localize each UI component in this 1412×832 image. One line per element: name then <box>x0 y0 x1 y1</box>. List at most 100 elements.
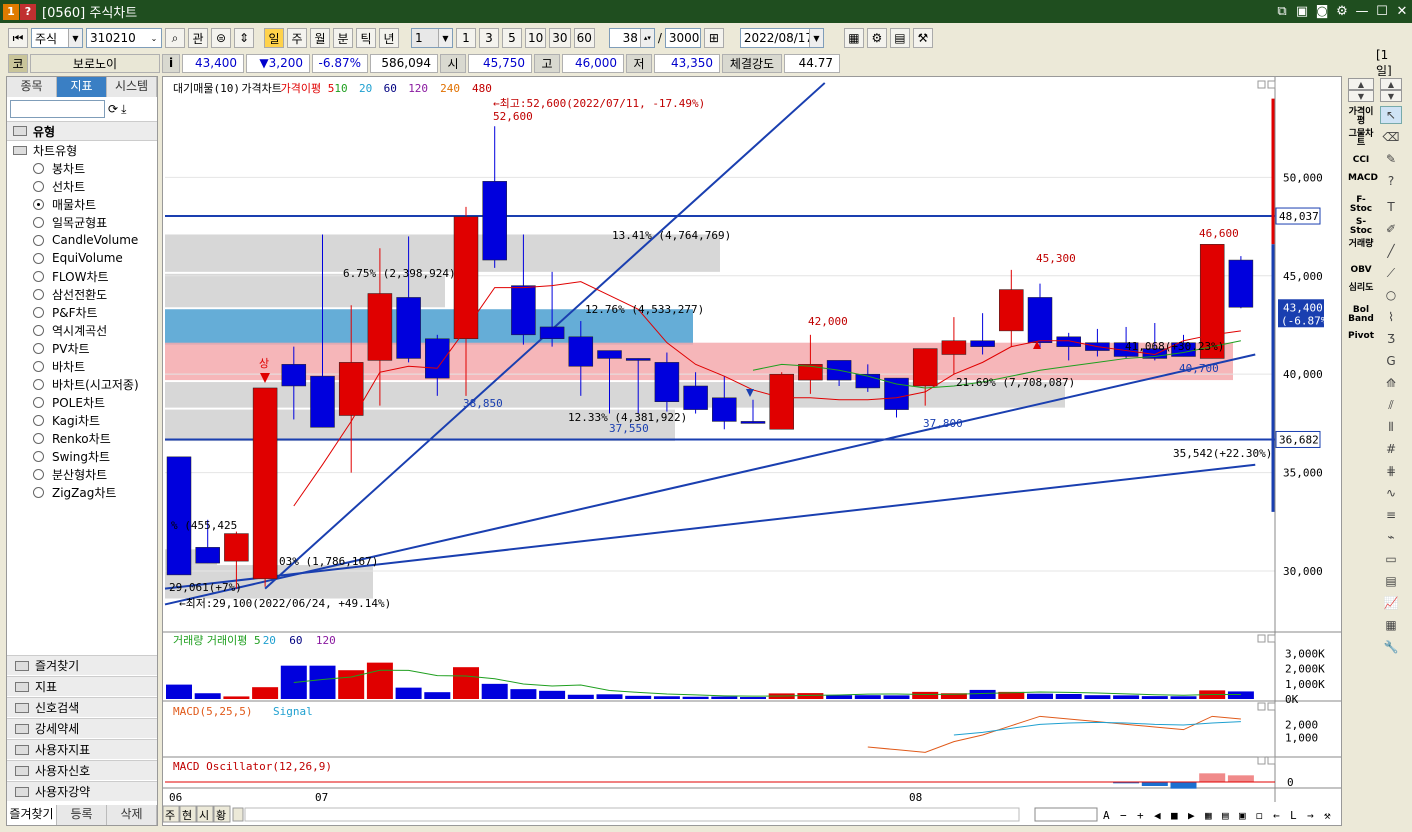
chart-icon[interactable]: 📈 <box>1380 594 1402 612</box>
cycle-icon[interactable]: ⌇ <box>1380 308 1402 326</box>
period-minute[interactable]: 분 <box>333 28 353 48</box>
prev-stock-button[interactable]: ⏮ <box>8 28 28 48</box>
period-year[interactable]: 년 <box>379 28 399 48</box>
chart-type-item[interactable]: ZigZag차트 <box>7 483 157 501</box>
count-5[interactable]: 5 <box>502 28 522 48</box>
text-icon[interactable]: T <box>1380 198 1402 216</box>
radio-icon[interactable] <box>33 234 44 246</box>
count-input[interactable]: 38 ▴▾ <box>608 28 655 48</box>
chevron-down-icon[interactable]: ▼ <box>438 29 452 47</box>
period-month[interactable]: 월 <box>310 28 330 48</box>
channel-icon[interactable]: ⫽ <box>1380 396 1402 414</box>
search-icon[interactable]: ⌕ <box>165 28 185 48</box>
period-tick[interactable]: 틱 <box>356 28 376 48</box>
folder-indicator[interactable]: 지표 <box>7 676 157 696</box>
fibo-icon[interactable]: ⦀ <box>1380 418 1402 436</box>
count-60[interactable]: 60 <box>573 28 595 48</box>
chart-type-item[interactable]: POLE차트 <box>7 393 157 411</box>
refresh-icon[interactable]: ⟳ <box>108 102 118 116</box>
code-input[interactable]: 310210 ⌄ <box>86 28 162 48</box>
info-button[interactable]: i <box>162 53 180 73</box>
radio-icon[interactable] <box>33 486 44 498</box>
close-icon[interactable]: ✕ <box>1392 4 1412 19</box>
maximize-icon[interactable]: ☐ <box>1372 4 1392 19</box>
grid-icon[interactable]: ⋕ <box>1380 462 1402 480</box>
chart-type-item[interactable]: CandleVolume <box>7 231 157 249</box>
line-icon[interactable]: ╱ <box>1380 242 1402 260</box>
stepper-icon[interactable]: ▴▾ <box>639 29 654 47</box>
radio-icon[interactable] <box>33 288 44 300</box>
period-week[interactable]: 주 <box>287 28 307 48</box>
chart-type-item[interactable]: EquiVolume <box>7 249 157 267</box>
pen-icon[interactable]: ✐ <box>1380 220 1402 238</box>
scroll-up-icon[interactable]: ▲ <box>1348 78 1374 90</box>
radio-icon[interactable] <box>33 360 44 372</box>
chart-type-item[interactable]: Renko차트 <box>7 429 157 447</box>
chart-type-item[interactable]: PV차트 <box>7 339 157 357</box>
save-icon[interactable]: ▤ <box>889 28 910 48</box>
wave-icon[interactable]: ∿ <box>1380 484 1402 502</box>
chart-type-item[interactable]: 매물차트 <box>7 195 157 213</box>
radio-icon[interactable] <box>33 198 44 210</box>
delete-button[interactable]: 삭제 <box>107 805 157 825</box>
tools-icon[interactable]: ⚒ <box>912 28 933 48</box>
app-icon[interactable]: 1 <box>3 3 19 20</box>
document-icon[interactable]: ▤ <box>1380 572 1402 590</box>
radio-icon[interactable] <box>33 342 44 354</box>
chevron-down-icon[interactable]: ▼ <box>808 29 823 47</box>
chevron-down-icon[interactable]: ▼ <box>68 29 82 47</box>
scroll-up-icon[interactable]: ▲ <box>1380 78 1402 90</box>
help-icon[interactable]: ? <box>20 3 36 20</box>
cursor-icon[interactable]: ↖ <box>1380 106 1402 124</box>
folder-strength[interactable]: 강세약세 <box>7 718 157 738</box>
save-icon[interactable]: ▣ <box>1292 4 1312 19</box>
tool-obv[interactable]: OBV <box>1348 266 1374 275</box>
tool-psychology[interactable]: 심리도 <box>1348 284 1374 293</box>
scroll-down-icon[interactable]: ▼ <box>1380 90 1402 102</box>
count-10[interactable]: 10 <box>525 28 547 48</box>
table-icon[interactable]: ▦ <box>843 28 864 48</box>
tool-net-chart[interactable]: 그물차트 <box>1348 130 1374 148</box>
question-icon[interactable]: ? <box>1380 172 1402 190</box>
tool-volume[interactable]: 거래량 <box>1348 240 1374 249</box>
interval-select[interactable]: 1 ▼ <box>411 28 453 48</box>
tool-cci[interactable]: CCI <box>1348 156 1374 165</box>
camera-icon[interactable]: ◙ <box>1312 4 1332 19</box>
scroll-down-icon[interactable]: ▼ <box>1348 90 1374 102</box>
gear-icon[interactable]: ⚙ <box>1332 4 1352 19</box>
tool-fstoc[interactable]: F-Stoc <box>1348 196 1374 214</box>
eraser-all-icon[interactable]: ✎ <box>1380 150 1402 168</box>
layers-icon[interactable]: ▦ <box>1380 616 1402 634</box>
count-1[interactable]: 1 <box>456 28 476 48</box>
chart-type-item[interactable]: 역시계곡선 <box>7 321 157 339</box>
radio-icon[interactable] <box>33 306 44 318</box>
folder-user-strength[interactable]: 사용자강약 <box>7 781 157 801</box>
radio-icon[interactable] <box>33 432 44 444</box>
chart-type-item[interactable]: 일목균형표 <box>7 213 157 231</box>
radio-icon[interactable] <box>33 252 44 264</box>
radio-icon[interactable] <box>33 450 44 462</box>
ray-icon[interactable]: ⟋ <box>1380 264 1402 282</box>
sync-icon[interactable]: ⊜ <box>211 28 231 48</box>
radio-icon[interactable] <box>33 216 44 228</box>
zoom-icon[interactable]: ⊞ <box>703 28 724 48</box>
radio-icon[interactable] <box>33 468 44 480</box>
chart-type-item[interactable]: 바차트 <box>7 357 157 375</box>
folder-favorites[interactable]: 즐겨찾기 <box>7 655 157 675</box>
indicator-search-input[interactable] <box>10 100 105 118</box>
radio-icon[interactable] <box>33 396 44 408</box>
radio-icon[interactable] <box>33 180 44 192</box>
chart-type-item[interactable]: 삼선전환도 <box>7 285 157 303</box>
wrench-icon[interactable]: 🔧 <box>1380 638 1402 656</box>
period-day[interactable]: 일 <box>264 28 284 48</box>
chart-area[interactable]: 대기매물(10) 가격차트 가격이평 5 10 20 60 120 240 480 거래량 거래이평… <box>162 76 1342 826</box>
tool-bollinger[interactable]: Bol Band <box>1348 306 1374 324</box>
market-select[interactable]: 주식 ▼ <box>31 28 83 48</box>
tool-macd[interactable]: MACD <box>1348 174 1378 183</box>
chart-type-item[interactable]: FLOW차트 <box>7 267 157 285</box>
eraser-icon[interactable]: ⌫ <box>1380 128 1402 146</box>
total-count-input[interactable]: 3000 <box>664 28 701 48</box>
radio-icon[interactable] <box>33 270 44 282</box>
chart-type-item[interactable]: 봉차트 <box>7 159 157 177</box>
chart-type-item[interactable]: 바차트(시고저종) <box>7 375 157 393</box>
